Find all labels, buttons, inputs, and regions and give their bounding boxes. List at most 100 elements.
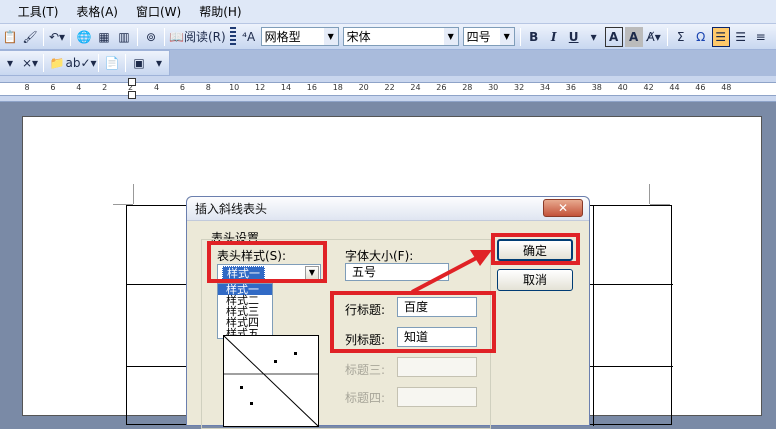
font-size-select[interactable]: 五号 [345, 263, 449, 281]
ruler-number: 36 [565, 83, 576, 92]
ruler-number: 10 [229, 83, 240, 92]
menu-tools[interactable]: 工具(T) [9, 1, 68, 23]
font-size-label: 字体大小(F): [345, 249, 414, 263]
toolbar-separator [666, 27, 668, 46]
toolbar-separator [43, 27, 44, 46]
table-column-border [593, 206, 594, 426]
ruler-number: 6 [179, 83, 185, 92]
toolbar-dock-area [170, 50, 776, 76]
title4-label: 标题四: [345, 391, 386, 405]
menu-window[interactable]: 窗口(W) [127, 1, 190, 23]
cancel-button[interactable]: 取消 [497, 269, 573, 291]
chevron-down-icon[interactable]: ▼ [305, 266, 319, 280]
ruler-number: 14 [280, 83, 292, 92]
header-style-listbox[interactable]: 样式一 样式二 样式三 样式四 样式五 [217, 283, 273, 339]
ruler-number: 22 [384, 83, 395, 92]
toolbar-separator [43, 54, 44, 72]
chevron-down-icon[interactable]: ▾ [1, 53, 19, 73]
toolbar-separator [519, 27, 521, 46]
table-icon[interactable]: ▦ [95, 27, 113, 47]
column-title-input[interactable]: 知道 [397, 327, 477, 347]
horizontal-ruler[interactable]: 8 6 4 2 2 4 6 8 10 12 14 16 18 20 22 24 26 28 30 32 34 36 38 40… [0, 76, 776, 102]
ruler-number: 4 [76, 83, 82, 92]
ruler-number: 6 [50, 83, 56, 92]
title4-input[interactable] [397, 387, 477, 407]
menu-bar: ) 工具(T) 表格(A) 窗口(W) 帮助(H) [0, 0, 776, 24]
sigma-button[interactable]: Σ [672, 27, 690, 47]
help-icon[interactable]: ⊚ [142, 27, 160, 47]
bold-button[interactable]: B [525, 27, 543, 47]
folder-icon[interactable]: 📁 [48, 53, 66, 73]
copy-icon[interactable]: 📋 [1, 27, 19, 47]
italic-button[interactable]: I [545, 27, 563, 47]
ok-button[interactable]: 确定 [497, 239, 573, 261]
toolbar-grip[interactable] [229, 26, 236, 47]
font-size-combo[interactable]: 四号 ▼ [462, 27, 515, 46]
column-title-label: 列标题: [345, 333, 386, 347]
header-style-select[interactable]: 样式一 ▼ [217, 264, 321, 282]
left-indent-marker[interactable] [128, 91, 136, 99]
dialog-title: 插入斜线表头 [187, 197, 589, 221]
align-center-icon[interactable]: ☰ [732, 27, 750, 47]
text-effect-icon[interactable]: A̸▾ [645, 27, 663, 47]
eraser-icon[interactable]: ⨯▾ [21, 53, 39, 73]
ruler-number: 16 [306, 83, 317, 92]
ruler-number: 18 [332, 83, 343, 92]
omega-button[interactable]: Ω [692, 27, 710, 47]
frame-icon[interactable]: ▣ [130, 53, 148, 73]
ruler-number: 40 [617, 83, 628, 92]
header-preview [223, 335, 319, 427]
style-combo[interactable]: 网格型 ▼ [260, 27, 339, 46]
toolbar-separator [164, 27, 165, 46]
ruler-number: 38 [591, 83, 602, 92]
row-title-input[interactable]: 百度 [397, 297, 477, 317]
title3-label: 标题三: [345, 363, 386, 377]
font-combo-value: 宋体 [346, 30, 371, 44]
font-size-value: 四号 [466, 30, 491, 44]
read-button[interactable]: 📖 阅读(R) [169, 27, 226, 47]
toolbar-separator [125, 54, 126, 72]
menu-help[interactable]: 帮助(H) [190, 1, 250, 23]
spelling-icon[interactable]: ab✓▾ [65, 53, 96, 73]
underline-button[interactable]: U [565, 27, 583, 47]
chevron-down-icon[interactable]: ▼ [323, 28, 338, 45]
font-combo[interactable]: 宋体 ▼ [342, 27, 459, 46]
header-style-label: 表头样式(S): [217, 249, 287, 263]
ruler-number: 20 [358, 83, 369, 92]
styles-pane-icon[interactable]: ⁴A [240, 27, 258, 47]
ruler-number: 34 [539, 83, 551, 92]
toolbar-separator [98, 54, 99, 72]
char-border-button[interactable]: A [604, 26, 623, 47]
ruler-number: 26 [436, 83, 447, 92]
crop-mark [133, 184, 134, 204]
style-combo-value: 网格型 [264, 30, 301, 44]
insert-file-icon[interactable]: 📄 [103, 53, 121, 73]
toolbar-separator [137, 27, 138, 46]
align-right-icon[interactable]: ≡ [752, 27, 770, 47]
ruler-number: 8 [205, 83, 211, 92]
close-icon[interactable]: ✕ [543, 199, 583, 217]
ruler-number: 32 [514, 83, 525, 92]
undo-icon[interactable]: ↶▾ [48, 27, 66, 47]
ruler-number: 8 [24, 83, 30, 92]
char-shading-button[interactable]: A [624, 26, 643, 47]
first-indent-marker[interactable] [128, 78, 136, 86]
toolbar-options-icon[interactable]: ▾ [150, 53, 168, 73]
chevron-down-icon[interactable]: ▼ [443, 28, 458, 45]
preview-diagonal-graphic [223, 335, 319, 427]
ruler-number: 4 [153, 83, 160, 92]
ruler-number: 30 [488, 83, 499, 92]
menu-table[interactable]: 表格(A) [67, 1, 127, 23]
align-justify-icon[interactable]: ☰ [711, 26, 730, 47]
insert-diagonal-header-dialog: 插入斜线表头 ✕ 表头设置 表头样式(S): 样式一 ▼ 样式一 样式二 样式三… [186, 196, 590, 429]
ruler-number: 42 [643, 83, 654, 92]
column-title-value: 知道 [404, 330, 429, 344]
chevron-down-icon[interactable]: ▼ [499, 28, 514, 45]
format-painter-icon[interactable]: 🖌 [21, 27, 39, 47]
menu-view[interactable]: ) [0, 1, 9, 23]
columns-icon[interactable]: ▥ [115, 27, 133, 47]
underline-dropdown-icon[interactable]: ▾ [585, 27, 603, 47]
ruler-number: 24 [410, 83, 421, 92]
title3-input[interactable] [397, 357, 477, 377]
hyperlink-icon[interactable]: 🌐 [75, 27, 93, 47]
